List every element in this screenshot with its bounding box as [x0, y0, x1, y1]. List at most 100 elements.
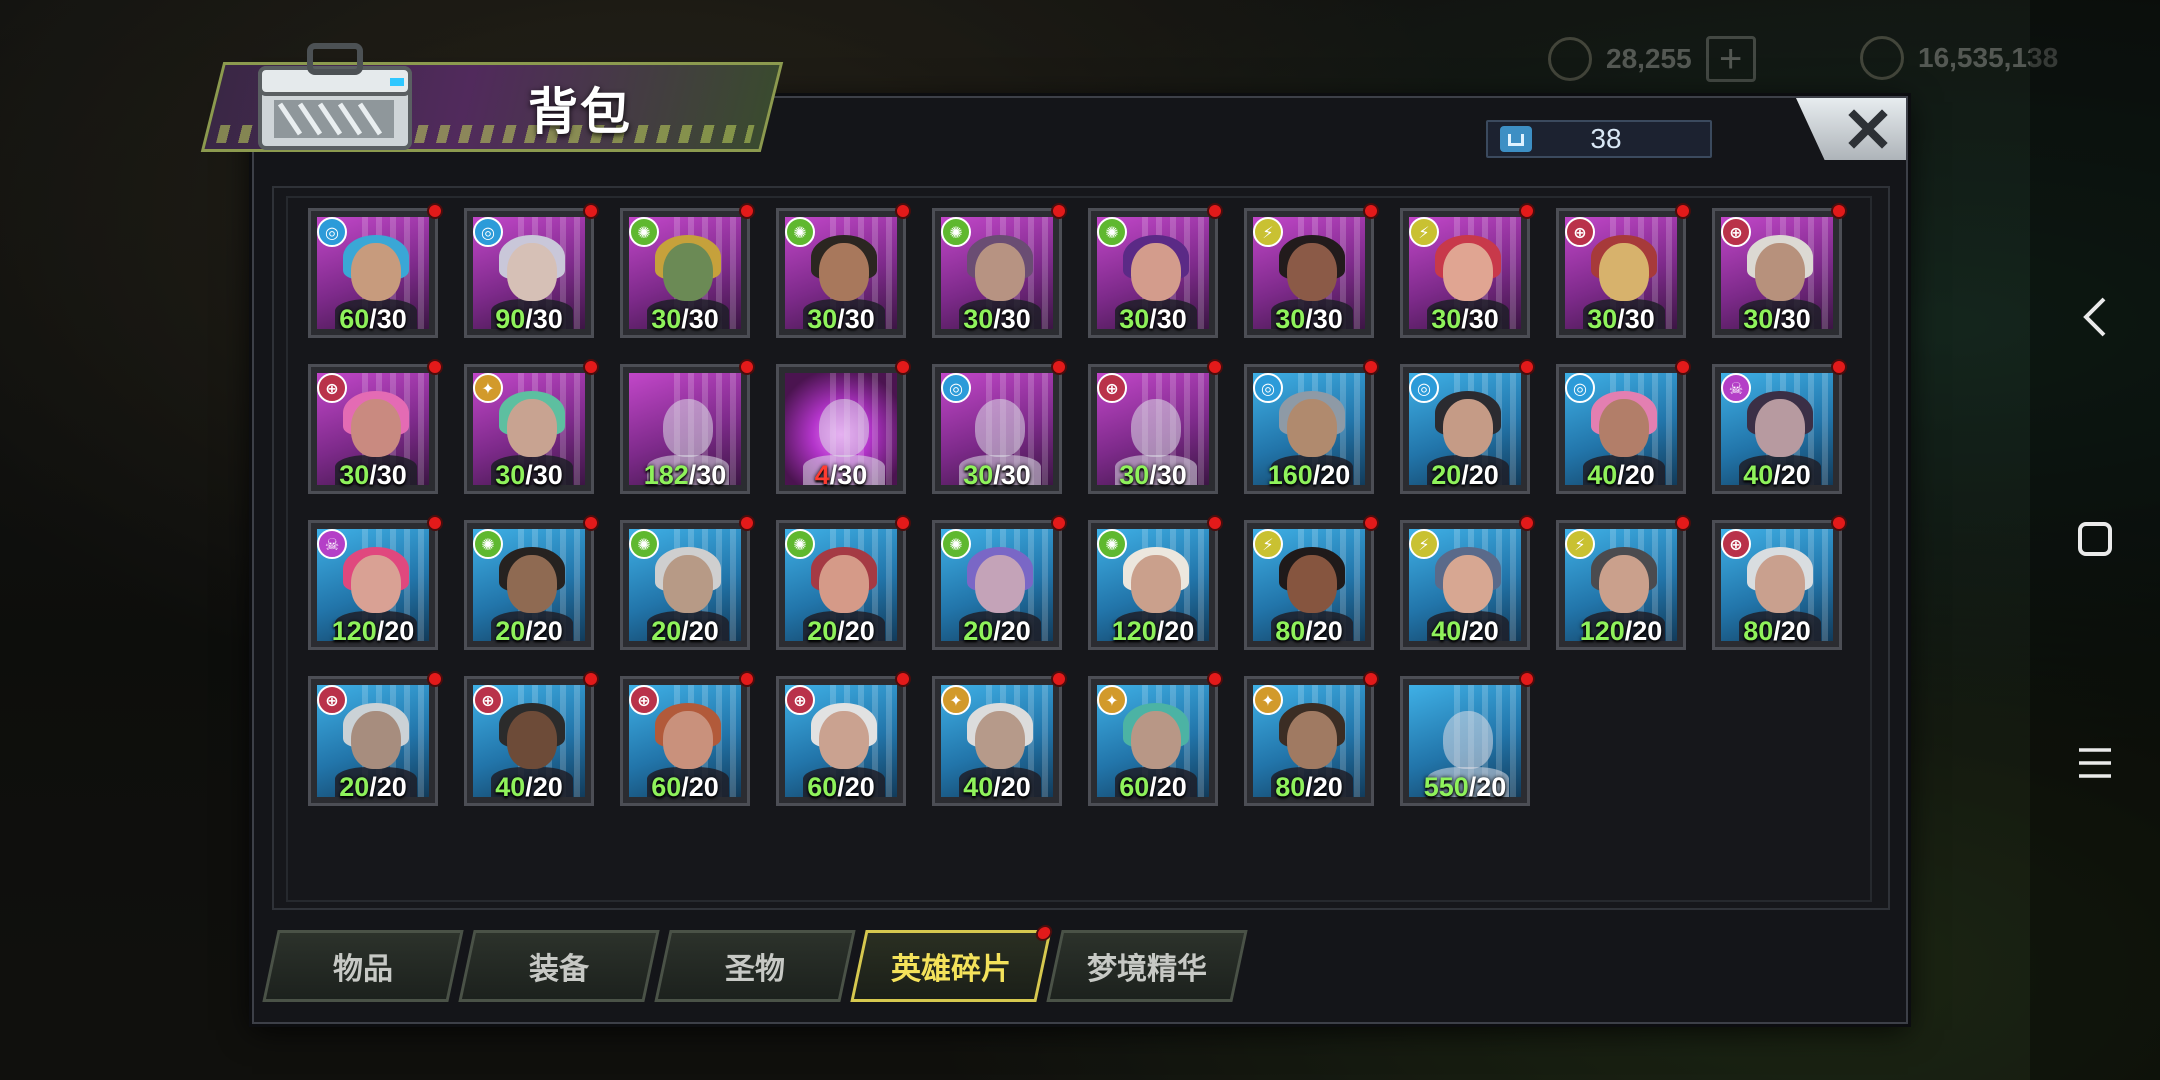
hero-shard-card[interactable]: ✺ 30/30 [776, 203, 911, 338]
hero-shard-card[interactable]: 182/30 [620, 359, 755, 494]
notification-dot [895, 671, 911, 687]
shards-owned: 20 [339, 772, 370, 802]
shards-separator: / [837, 616, 845, 646]
shards-required: 20 [1780, 616, 1811, 646]
hero-shard-card[interactable]: ☠ 120/20 [308, 515, 443, 650]
hero-shard-card[interactable]: ✺ 30/30 [620, 203, 755, 338]
order-faction-icon: ⊕ [1097, 373, 1127, 403]
shards-owned: 120 [1111, 616, 1157, 646]
home-square-icon[interactable] [2030, 504, 2160, 574]
notification-dot [895, 203, 911, 219]
hero-shard-card[interactable]: ◎ 20/20 [1400, 359, 1535, 494]
shard-count: 80/20 [1715, 616, 1839, 647]
shards-required: 20 [1632, 616, 1663, 646]
hero-shard-card[interactable]: ⊕ 40/20 [464, 671, 599, 806]
tab-1[interactable]: 装备 [458, 930, 660, 1002]
shard-count: 20/20 [623, 616, 747, 647]
hero-shard-card[interactable]: ⚡ 30/30 [1400, 203, 1535, 338]
coin-icon [1860, 36, 1904, 80]
shards-required: 30 [532, 460, 563, 490]
hero-shard-card[interactable]: ☠ 40/20 [1712, 359, 1847, 494]
shard-count: 4/30 [779, 460, 903, 491]
hero-shard-card[interactable]: ⊕ 60/20 [776, 671, 911, 806]
hero-shard-card[interactable]: ⊕ 30/30 [1556, 203, 1691, 338]
notification-dot [583, 359, 599, 375]
shards-separator: / [993, 616, 1001, 646]
hero-shard-card[interactable]: ✺ 20/20 [620, 515, 755, 650]
menu-lines-icon[interactable] [2030, 728, 2160, 798]
tab-2[interactable]: 圣物 [654, 930, 856, 1002]
shards-required: 20 [1468, 616, 1499, 646]
shard-count: 30/30 [935, 460, 1059, 491]
shards-separator: / [1617, 460, 1625, 490]
shard-count: 30/30 [311, 460, 435, 491]
hero-shard-card[interactable]: ✦ 40/20 [932, 671, 1067, 806]
hero-shard-card[interactable]: 4/30 [776, 359, 911, 494]
shards-owned: 30 [1587, 304, 1618, 334]
back-chevron-icon[interactable] [2030, 282, 2160, 352]
shards-separator: / [1149, 460, 1157, 490]
shards-required: 20 [688, 772, 719, 802]
hero-shard-card[interactable]: ✦ 30/30 [464, 359, 599, 494]
notification-dot [1831, 515, 1847, 531]
hero-shard-card[interactable]: ⚡ 40/20 [1400, 515, 1535, 650]
shards-owned: 182 [643, 460, 689, 490]
shard-count: 30/30 [623, 304, 747, 335]
hero-shard-card[interactable]: ✺ 120/20 [1088, 515, 1223, 650]
notification-dot [1675, 203, 1691, 219]
notification-dot [1207, 515, 1223, 531]
shards-required: 20 [1320, 460, 1351, 490]
order-faction-icon: ⊕ [785, 685, 815, 715]
hero-shard-card[interactable]: ⊕ 60/20 [620, 671, 755, 806]
star-faction-icon: ✦ [1097, 685, 1127, 715]
notification-dot [583, 203, 599, 219]
shards-owned: 30 [1431, 304, 1462, 334]
hero-shard-card[interactable]: ✺ 20/20 [464, 515, 599, 650]
hero-shard-card[interactable]: ⊕ 80/20 [1712, 515, 1847, 650]
shard-count: 80/20 [1247, 616, 1371, 647]
star-faction-icon: ✦ [1253, 685, 1283, 715]
hero-shard-card[interactable]: ✦ 60/20 [1088, 671, 1223, 806]
shard-count: 20/20 [779, 616, 903, 647]
shard-count: 60/20 [1091, 772, 1215, 803]
notification-dot [427, 203, 443, 219]
hero-shard-card[interactable]: ⊕ 30/30 [1712, 203, 1847, 338]
shards-required: 20 [1780, 460, 1811, 490]
shard-count: 30/30 [1715, 304, 1839, 335]
tab-4[interactable]: 梦境精华 [1046, 930, 1248, 1002]
shards-separator: / [369, 304, 377, 334]
shards-separator: / [1461, 304, 1469, 334]
hero-shard-card[interactable]: 550/20 [1400, 671, 1535, 806]
hero-shard-card[interactable]: ✦ 80/20 [1244, 671, 1379, 806]
shards-owned: 30 [339, 460, 370, 490]
hero-shard-card[interactable]: ✺ 20/20 [932, 515, 1067, 650]
tab-0[interactable]: 物品 [262, 930, 464, 1002]
hero-shard-card[interactable]: ⚡ 120/20 [1556, 515, 1691, 650]
hero-shard-card[interactable]: ⚡ 30/30 [1244, 203, 1379, 338]
nature-faction-icon: ✺ [629, 217, 659, 247]
shard-count: 30/30 [935, 304, 1059, 335]
hero-shard-card[interactable]: ⊕ 30/30 [308, 359, 443, 494]
tab-3[interactable]: 英雄碎片 [850, 925, 1054, 1002]
hero-shard-card[interactable]: ⊕ 30/30 [1088, 359, 1223, 494]
notification-dot [427, 671, 443, 687]
notification-dot [583, 671, 599, 687]
nature-faction-icon: ✺ [629, 529, 659, 559]
shard-count: 60/20 [623, 772, 747, 803]
hero-shard-card[interactable]: ◎ 60/30 [308, 203, 443, 338]
hero-shard-card[interactable]: ◎ 40/20 [1556, 359, 1691, 494]
hero-shard-card[interactable]: ◎ 30/30 [932, 359, 1067, 494]
hero-shard-card[interactable]: ✺ 30/30 [932, 203, 1067, 338]
hero-shard-card[interactable]: ◎ 90/30 [464, 203, 599, 338]
tab-label: 装备 [529, 952, 589, 987]
shards-separator: / [369, 772, 377, 802]
hero-shard-card[interactable]: ⊕ 20/20 [308, 671, 443, 806]
hero-shard-card[interactable]: ✺ 30/30 [1088, 203, 1223, 338]
hero-shard-card[interactable]: ✺ 20/20 [776, 515, 911, 650]
shards-required: 30 [376, 460, 407, 490]
shards-owned: 40 [1431, 616, 1462, 646]
hero-shard-card[interactable]: ⚡ 80/20 [1244, 515, 1379, 650]
hero-shard-card[interactable]: ◎ 160/20 [1244, 359, 1379, 494]
notification-dot [1831, 203, 1847, 219]
shards-separator: / [993, 460, 1001, 490]
